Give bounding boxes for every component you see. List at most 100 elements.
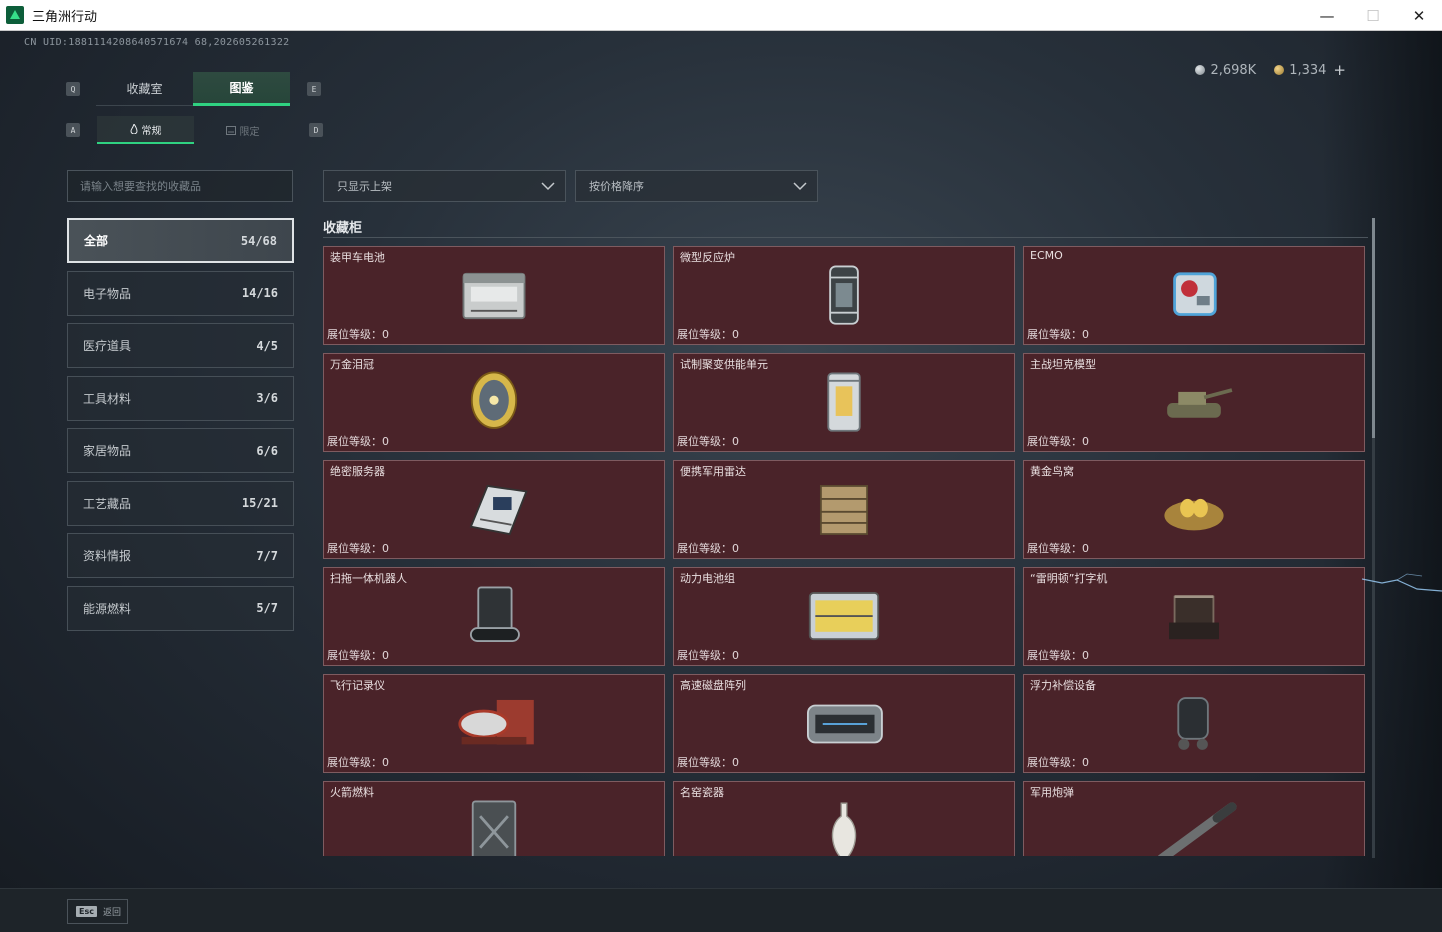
collection-card[interactable]: 绝密服务器展位等级：0 [323, 460, 665, 559]
chevron-down-icon [793, 182, 807, 191]
category-intel[interactable]: 资料情报 7/7 [67, 533, 294, 578]
item-name: 名窑瓷器 [680, 786, 724, 799]
category-electronics[interactable]: 电子物品 14/16 [67, 270, 294, 316]
sort-value: 按价格降序 [589, 180, 644, 193]
booth-level: 展位等级：0 [1027, 328, 1089, 341]
collection-card[interactable]: “雷明顿”打字机 展位等级：0 [1023, 567, 1365, 666]
maximize-button[interactable]: ☐ [1350, 0, 1396, 31]
item-name: 万金泪冠 [330, 358, 374, 371]
buoyancy-device-icon [1177, 697, 1209, 750]
item-name: 扫拖一体机器人 [330, 572, 407, 585]
tab-regular[interactable]: 常规 [97, 116, 194, 144]
category-label: 能源燃料 [83, 601, 132, 616]
category-count: 7/7 [256, 548, 278, 563]
booth-level: 展位等级：0 [1027, 649, 1089, 662]
gold-currency[interactable]: 1,334 + [1274, 61, 1346, 79]
app-logo-icon [6, 6, 24, 24]
tank-model-icon [1167, 388, 1233, 418]
collection-card[interactable]: 火箭燃料展位等级：0 [323, 781, 665, 856]
category-label: 电子物品 [83, 286, 132, 301]
frame-icon [225, 125, 236, 135]
booth-level: 展位等级：0 [677, 649, 739, 662]
typewriter-icon [1169, 595, 1219, 640]
search-input[interactable]: 请输入想要查找的收藏品 [67, 170, 293, 202]
tab-catalog[interactable]: 图鉴 [193, 72, 290, 106]
item-name: ECMO [1030, 249, 1063, 262]
collection-card[interactable]: 扫拖一体机器人 展位等级：0 [323, 567, 665, 666]
tab-limited[interactable]: 限定 [194, 116, 291, 144]
item-name: 飞行记录仪 [330, 679, 385, 692]
item-name: 绝密服务器 [330, 465, 385, 478]
item-name: 军用炮弹 [1030, 786, 1074, 799]
collection-card[interactable]: 主战坦克模型 展位等级：0 [1023, 353, 1365, 452]
category-label: 资料情报 [83, 549, 132, 563]
gold-coin-icon [1274, 65, 1285, 75]
collection-card[interactable]: 装甲车电池 展位等级：0 [323, 246, 665, 345]
category-label: 工艺藏品 [83, 496, 132, 511]
category-count: 14/16 [241, 286, 278, 300]
item-name: 微型反应炉 [680, 251, 735, 264]
silver-amount: 2,698K [1210, 62, 1257, 78]
item-name: 便携军用雷达 [680, 465, 746, 478]
flame-icon [129, 124, 138, 134]
battery-icon [462, 272, 526, 320]
back-label: 返回 [102, 908, 121, 918]
category-all[interactable]: 全部 54/68 [67, 218, 294, 263]
sub-tabs: 常规 限定 [97, 116, 292, 144]
category-count: 3/6 [256, 391, 278, 405]
shelf-filter-value: 只显示上架 [337, 180, 392, 193]
item-name: 试制聚变供能单元 [680, 358, 768, 371]
add-currency-button[interactable]: + [1333, 61, 1346, 79]
category-medical[interactable]: 医疗道具 4/5 [67, 323, 294, 368]
tab-collection-room[interactable]: 收藏室 [96, 72, 193, 106]
collection-card[interactable]: 微型反应炉展位等级：0 [673, 246, 1015, 345]
scrollbar[interactable] [1372, 218, 1375, 858]
currency-bar: 2,698K 1,334 + [1195, 61, 1346, 79]
booth-level: 展位等级：0 [327, 649, 389, 662]
category-count: 15/21 [241, 496, 278, 510]
tab-regular-label: 常规 [141, 125, 162, 137]
category-count: 4/5 [256, 338, 278, 353]
collection-card[interactable]: 高速磁盘阵列 展位等级：0 [673, 674, 1015, 773]
game-viewport: CN UID:1881114208640571674 68,2026052613… [0, 31, 1442, 932]
category-tools[interactable]: 工具材料 3/6 [67, 375, 294, 421]
minimize-button[interactable]: — [1304, 0, 1350, 31]
section-title: 收藏柜 [323, 221, 363, 236]
collection-card[interactable]: 动力电池组 展位等级：0 [673, 567, 1015, 666]
radar-icon [819, 485, 869, 535]
collection-card[interactable]: 黄金鸟窝 展位等级：0 [1023, 460, 1365, 559]
window-titlebar: 三角洲行动 — ☐ ✕ [0, 0, 1442, 31]
booth-level: 展位等级：0 [327, 542, 389, 555]
collection-card[interactable]: 便携军用雷达 展位等级：0 [673, 460, 1015, 559]
collection-card[interactable]: 试制聚变供能单元 展位等级：0 [673, 353, 1015, 452]
fuel-can-icon [471, 800, 517, 856]
item-name: 浮力补偿设备 [1030, 679, 1096, 692]
scroll-thumb[interactable] [1372, 218, 1375, 438]
collection-card[interactable]: 军用炮弹展位等级：0 [1023, 781, 1365, 856]
category-label: 全部 [84, 234, 109, 248]
collection-card[interactable]: 名窑瓷器展位等级：0 [673, 781, 1015, 856]
collection-card[interactable]: ECMO 展位等级：0 [1023, 246, 1365, 345]
lightning-decoration [1362, 573, 1442, 592]
flight-recorder-icon [458, 699, 534, 745]
category-list: 全部 54/68 电子物品 14/16 医疗道具 4/5 工具材料 3/6 家居… [67, 218, 294, 638]
collection-card[interactable]: 飞行记录仪展位等级：0 [323, 674, 665, 773]
close-button[interactable]: ✕ [1396, 0, 1442, 31]
collection-card[interactable]: 万金泪冠 展位等级：0 [323, 353, 665, 452]
back-button[interactable]: Esc 返回 [67, 899, 128, 924]
gold-amount: 1,334 [1289, 62, 1327, 78]
booth-level: 展位等级：0 [1027, 542, 1089, 555]
category-crafts[interactable]: 工艺藏品 15/21 [67, 480, 294, 526]
sort-dropdown[interactable]: 按价格降序 [575, 170, 818, 202]
key-hint-e: E [307, 82, 321, 96]
category-household[interactable]: 家居物品 6/6 [67, 428, 294, 473]
collection-card[interactable]: 浮力补偿设备 展位等级：0 [1023, 674, 1365, 773]
category-energy[interactable]: 能源燃料 5/7 [67, 585, 294, 631]
category-count: 54/68 [240, 233, 277, 248]
fusion-cell-icon [827, 372, 861, 432]
player-uid: CN UID:1881114208640571674 68,2026052613… [24, 37, 290, 48]
booth-level: 展位等级：0 [327, 756, 389, 769]
item-name: 火箭燃料 [330, 786, 374, 799]
shelf-filter-dropdown[interactable]: 只显示上架 [323, 170, 566, 202]
booth-level: 展位等级：0 [677, 328, 739, 341]
